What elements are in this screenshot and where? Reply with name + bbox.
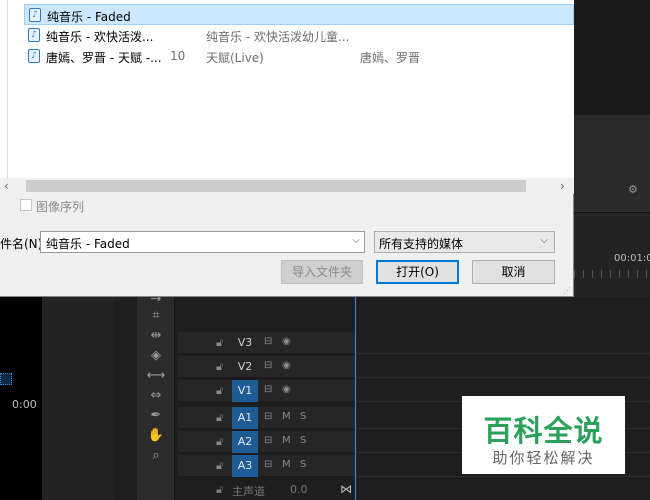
file-row[interactable]: ♪ 唐嫣、罗晋 - 天赋 -... 10 天赋(Live) 唐嫣、罗晋 (24, 46, 574, 67)
navigation-pane[interactable] (0, 0, 8, 178)
track-header[interactable]: 🔓︎ A2 ⊟ M S (178, 431, 355, 453)
toggle-output-icon[interactable]: M (282, 411, 291, 422)
master-track: 🔓︎ 主声道 0.0 ⋈ (178, 480, 355, 500)
master-volume[interactable]: 0.0 (290, 483, 308, 496)
solo-icon[interactable]: S (300, 435, 306, 446)
resize-grip-icon[interactable]: ⋰ (563, 286, 571, 295)
track-target[interactable]: V2 (232, 356, 258, 378)
chevron-down-icon[interactable]: ⌵ (540, 235, 548, 246)
track-header[interactable]: 🔓︎ A3 ⊟ M S (178, 455, 355, 477)
track-header[interactable]: 🔓︎ V1 ⊟ ◉ (178, 380, 355, 402)
sync-lock-icon[interactable]: ⊟ (264, 336, 272, 347)
file-list: ♪ 纯音乐 - Faded ♪ 纯音乐 - 欢快活泼... 纯音乐 - 欢快活泼幼儿童.… (8, 0, 574, 178)
toggle-output-icon[interactable]: ◉ (282, 360, 291, 371)
file-album: 天赋(Live) (206, 51, 264, 65)
file-track-number: 10 (170, 49, 186, 63)
watermark-title: 百科全说 (483, 414, 604, 448)
open-file-dialog: ♪ 纯音乐 - Faded ♪ 纯音乐 - 欢快活泼... 纯音乐 - 欢快活泼幼儿童.… (0, 0, 574, 297)
source-timecode: 0:00 (12, 398, 37, 411)
project-panel-strip (42, 297, 114, 500)
open-button[interactable]: 打开(O) (376, 260, 459, 284)
sync-lock-icon[interactable]: ⊟ (264, 384, 272, 395)
filename-field[interactable]: 纯音乐 - Faded ⌵ (40, 231, 365, 253)
file-type-select[interactable]: 所有支持的媒体 ⌵ (374, 231, 555, 253)
track-lane[interactable] (356, 356, 650, 378)
settings-icon[interactable]: ⚙ (628, 183, 638, 196)
audio-file-icon: ♪ (28, 49, 40, 63)
filename-value: 纯音乐 - Faded (46, 237, 130, 251)
track-target[interactable]: A3 (232, 455, 258, 477)
file-name: 纯音乐 - 欢快活泼... (46, 30, 154, 44)
chevron-down-icon[interactable]: ⌵ (352, 235, 360, 246)
end-marker-icon[interactable]: ⋈ (340, 482, 352, 496)
ripple-edit-icon[interactable]: ⌗ (145, 308, 167, 323)
sync-lock-icon[interactable]: ⊟ (264, 411, 272, 422)
track-header[interactable]: 🔓︎ A1 ⊟ M S (178, 407, 355, 429)
file-row[interactable]: ♪ 纯音乐 - Faded (24, 4, 574, 25)
import-folder-button[interactable]: 导入文件夹 (281, 260, 363, 284)
scroll-left-icon[interactable]: ‹ (4, 179, 9, 193)
track-lane[interactable] (356, 332, 650, 354)
slip-icon[interactable]: ⟷ (145, 368, 167, 383)
tools-panel: ⇶ ⌗ ⇹ ◈ ⟷ ⇔ ✒ ✋ ⌕ (137, 280, 175, 500)
zoom-icon[interactable]: ⌕ (145, 448, 167, 463)
solo-icon[interactable]: S (300, 411, 306, 422)
scroll-right-icon[interactable]: › (560, 179, 565, 193)
horizontal-scrollbar[interactable]: ‹ › (4, 178, 574, 194)
toggle-output-icon[interactable]: M (282, 459, 291, 470)
lock-icon[interactable]: 🔓︎ (216, 360, 223, 374)
slide-icon[interactable]: ⇔ (145, 388, 167, 403)
premiere-top-panel (574, 0, 650, 115)
timeline-ruler[interactable] (574, 270, 650, 278)
lock-icon[interactable]: 🔓︎ (216, 411, 223, 425)
toggle-output-icon[interactable]: ◉ (282, 336, 291, 347)
track-header[interactable]: 🔓︎ V3 ⊟ ◉ (178, 332, 355, 354)
solo-icon[interactable]: S (300, 459, 306, 470)
toggle-output-icon[interactable]: ◉ (282, 384, 291, 395)
image-sequence-checkbox[interactable] (20, 199, 32, 211)
track-header[interactable]: 🔓︎ V2 ⊟ ◉ (178, 356, 355, 378)
timeline-timecode: 00:01:0 (614, 253, 650, 264)
lock-icon[interactable]: 🔓︎ (216, 435, 223, 449)
watermark: 百科全说 助你轻松解决 (462, 396, 625, 474)
file-name: 唐嫣、罗晋 - 天赋 -... (46, 51, 162, 65)
scrollbar-thumb[interactable] (26, 180, 526, 192)
sync-lock-icon[interactable]: ⊟ (264, 459, 272, 470)
audio-file-icon: ♪ (29, 8, 41, 22)
track-target[interactable]: A2 (232, 431, 258, 453)
sync-lock-icon[interactable]: ⊟ (264, 435, 272, 446)
track-target[interactable]: A1 (232, 407, 258, 429)
lock-icon[interactable]: 🔓︎ (216, 336, 223, 350)
clip-thumbnail[interactable] (0, 373, 12, 385)
file-album: 纯音乐 - 欢快活泼幼儿童... (206, 30, 350, 44)
watermark-subtitle: 助你轻松解决 (492, 449, 595, 467)
pen-icon[interactable]: ✒ (145, 408, 167, 423)
audio-file-icon: ♪ (28, 28, 40, 42)
lock-icon[interactable]: 🔓︎ (216, 384, 223, 398)
lock-icon[interactable]: 🔓︎ (216, 459, 223, 473)
playhead[interactable] (355, 292, 356, 500)
razor-icon[interactable]: ◈ (145, 348, 167, 363)
image-sequence-label: 图像序列 (36, 200, 85, 214)
rolling-edit-icon[interactable]: ⇹ (145, 328, 167, 343)
file-type-value: 所有支持的媒体 (379, 237, 464, 251)
track-target[interactable]: V1 (232, 380, 258, 402)
lock-icon[interactable]: 🔓︎ (216, 483, 223, 497)
hand-icon[interactable]: ✋ (145, 428, 167, 443)
toggle-output-icon[interactable]: M (282, 435, 291, 446)
file-artist: 唐嫣、罗晋 (360, 51, 421, 65)
sync-lock-icon[interactable]: ⊟ (264, 360, 272, 371)
file-row[interactable]: ♪ 纯音乐 - 欢快活泼... 纯音乐 - 欢快活泼幼儿童... (24, 25, 574, 46)
file-name: 纯音乐 - Faded (47, 10, 131, 24)
master-label: 主声道 (232, 485, 265, 498)
cancel-button[interactable]: 取消 (472, 260, 555, 284)
track-target[interactable]: V3 (232, 332, 258, 354)
